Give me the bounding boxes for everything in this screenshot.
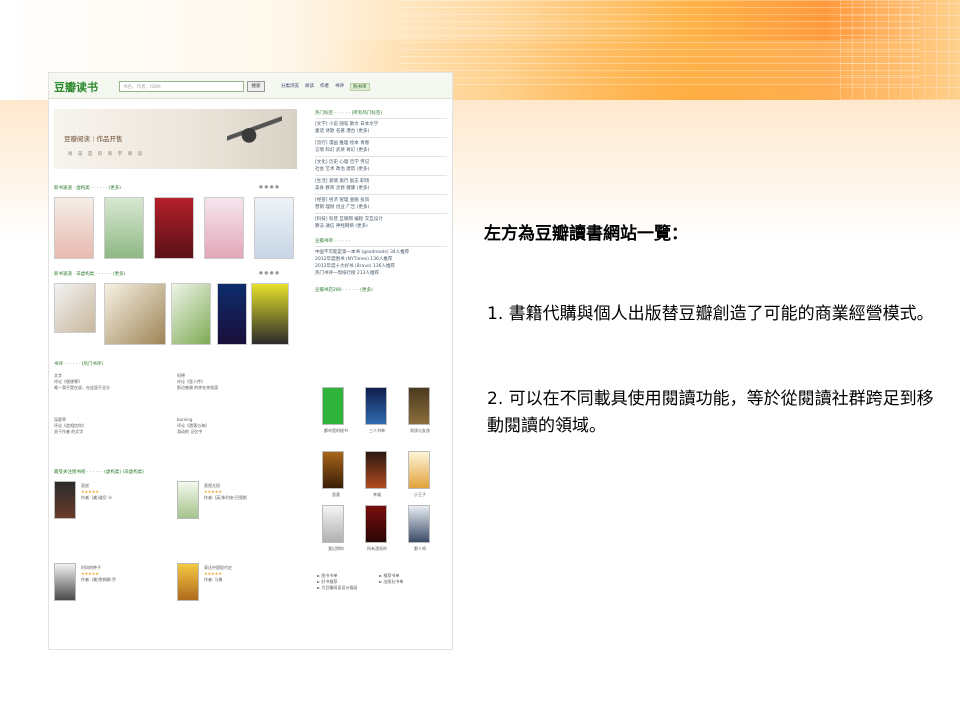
book-caption[interactable]: 所有漂亮的: [358, 546, 396, 552]
rank-item[interactable]: 表达中国现代史 ★★★★★ 作者: 马勇: [204, 565, 294, 583]
slide-heading: 左方為豆瓣讀書網站一覽：: [484, 224, 688, 244]
section-new-fiction: 新书速递 · 虚构类 · · · · · · (更多): [54, 186, 121, 191]
book-caption[interactable]: 小王子: [401, 492, 439, 498]
douban-logo: 豆瓣读书: [54, 81, 98, 94]
review-snippet: 唯一我不是在说，在这里不全分: [54, 385, 110, 390]
rank-author: 作者: 马勇: [204, 577, 223, 582]
tag-row[interactable]: 算法 通信 神经网络 (更多): [315, 223, 447, 230]
nav-item[interactable]: 书评: [335, 83, 344, 91]
nav-item[interactable]: 分类浏览: [281, 83, 299, 91]
book-cover[interactable]: [171, 283, 211, 345]
tag-row[interactable]: [科技] 科普 互联网 编程 交互设计: [315, 216, 447, 223]
book-cover[interactable]: [54, 563, 76, 601]
book-cover[interactable]: [408, 387, 430, 425]
tag-row[interactable]: 言情 科幻 武侠 奇幻 (更多): [315, 147, 447, 154]
book-cover[interactable]: [54, 283, 96, 333]
footer-link[interactable]: ► 为豆瓣阅读设计插画: [317, 585, 377, 591]
book-list-title: 豆瓣书单 · · · · · ·: [315, 239, 351, 244]
book-cover[interactable]: [217, 283, 247, 345]
tag-row[interactable]: [流行] 漫画 推理 绘本 青春: [315, 140, 447, 147]
review-item[interactable]: burning 评论《遗落与海》 游动的 记忆中: [177, 417, 295, 435]
footer-link[interactable]: ► 出版社书单: [379, 579, 439, 585]
review-snippet: 关于作者 的文字: [54, 429, 84, 434]
hero-title: 豆瓣阅读｜作品开售: [64, 135, 123, 143]
book-cover[interactable]: [204, 197, 244, 259]
book-cover[interactable]: [408, 505, 430, 543]
review-item[interactable]: 文字 评论《便便寒》 唯一我不是在说，在这里不全分: [54, 373, 172, 391]
book-cover[interactable]: [322, 451, 344, 489]
rank-author: 作者: (美)道尼·卡: [81, 495, 113, 500]
review-item[interactable]: 深夏草 评论《会相信你》 关于作者 的文字: [54, 417, 172, 435]
book-cover[interactable]: [104, 283, 166, 345]
book-list-item[interactable]: 2012年度十大好书 (Bravo) 136人推荐: [315, 263, 447, 270]
banner-grid: [840, 0, 960, 100]
rank-author: 作者: (美)詹姆斯·乔: [81, 577, 117, 582]
book-cover[interactable]: [54, 481, 76, 519]
book-list-item[interactable]: 热门书评一周排行榜 213人推荐: [315, 270, 447, 277]
book-cover[interactable]: [177, 481, 199, 519]
book-cover[interactable]: [365, 451, 387, 489]
tag-row[interactable]: 美食 教育 灵修 健康 (更多): [315, 185, 447, 192]
footer-links: ► 图书书单 ► 好书推荐 ► 为豆瓣阅读设计插画: [317, 573, 377, 591]
search-button[interactable]: 搜索: [247, 81, 265, 92]
book-caption[interactable]: 野人鸡: [401, 546, 439, 552]
book-list-item[interactable]: 2012年度图书 (NYTimes) 136人推荐: [315, 256, 447, 263]
book-cover[interactable]: [251, 283, 289, 345]
rank-item[interactable]: 直视太阳 ★★★★★ 作者: (英)朱利安·巴恩斯: [204, 483, 294, 501]
section-new-nonfiction: 新书速递 · 非虚构类 · · · · · · (更多): [54, 272, 126, 277]
review-item[interactable]: 阿德 评论《里人传》 那边感谢 的你在你前面: [177, 373, 295, 391]
bullet-point-2: 2. 可以在不同載具使用閱讀功能，等於從閱讀社群跨足到移動閱讀的領域。: [487, 389, 934, 436]
book-list-item[interactable]: 中国不可能是第一本书 (goodreads) 34人推荐: [315, 249, 447, 256]
tag-row[interactable]: [文化] 历史 心理 哲学 传记: [315, 159, 447, 166]
book-caption[interactable]: 都市里的秘书: [317, 428, 355, 434]
section-reviews: 书评 · · · · · · (热门书评): [54, 362, 104, 367]
bullet-point-1: 1. 書籍代購與個人出版替豆瓣創造了可能的商業經營模式。: [487, 304, 934, 324]
nav-item[interactable]: 作者: [320, 83, 329, 91]
book-cover[interactable]: [104, 197, 144, 259]
rank-item[interactable]: 时间的种子 ★★★★★ 作者: (美)詹姆斯·乔: [81, 565, 171, 583]
rank-author: 作者: (英)朱利安·巴恩斯: [204, 495, 248, 500]
footer-links: ► 推荐书单 ► 出版社书单: [379, 573, 439, 585]
tag-row[interactable]: 社会 艺术 政治 建筑 (更多): [315, 166, 447, 173]
review-snippet: 游动的 记忆中: [177, 429, 203, 434]
top-nav: 分类浏览 阅读 作者 书评 购书单: [281, 83, 370, 91]
review-snippet: 那边感谢 的你在你前面: [177, 385, 219, 390]
book-cover[interactable]: [322, 387, 344, 425]
hero-illustration: [227, 113, 282, 169]
book-cover[interactable]: [408, 451, 430, 489]
hot-tags-title: 热门标签 · · · · · · (所有热门标签): [315, 111, 383, 116]
book-caption[interactable]: 男孩与女孩: [401, 428, 439, 434]
tag-row[interactable]: [文学] 小说 随笔 散文 日本文学: [315, 121, 447, 128]
carousel-dots[interactable]: ● ● ● ●: [259, 271, 279, 276]
hero-subtitle: 尚 美 是 的 商 字 阅 读: [68, 152, 145, 157]
carousel-dots[interactable]: ● ● ● ●: [259, 185, 279, 190]
book-caption[interactable]: 恶意: [317, 492, 355, 498]
bookstore-title: 豆瓣书店280 · · · · · · (更多): [315, 288, 373, 293]
tag-row[interactable]: 营销 理财 创业 广告 (更多): [315, 204, 447, 211]
tag-row[interactable]: [经管] 经济 管理 金融 投资: [315, 197, 447, 204]
book-cover[interactable]: [154, 197, 194, 259]
book-caption[interactable]: 三人书单: [358, 428, 396, 434]
tag-row[interactable]: [生活] 爱情 旅行 励志 职场: [315, 178, 447, 185]
book-cover[interactable]: [177, 563, 199, 601]
book-cover[interactable]: [365, 387, 387, 425]
book-cover[interactable]: [365, 505, 387, 543]
rank-item[interactable]: 恶逆 ★★★★★ 作者: (美)道尼·卡: [81, 483, 171, 501]
hero-banner[interactable]: 豆瓣阅读｜作品开售 尚 美 是 的 商 字 阅 读: [54, 109, 297, 169]
book-cover[interactable]: [254, 197, 294, 259]
nav-pill[interactable]: 购书单: [350, 83, 370, 91]
book-caption[interactable]: 幸福: [358, 492, 396, 498]
section-rankings: 最受关注图书榜 · · · · · · (虚构类) (非虚构类): [54, 470, 145, 475]
book-caption[interactable]: 我记得你: [317, 546, 355, 552]
book-cover[interactable]: [322, 505, 344, 543]
right-column: 热门标签 · · · · · · (所有热门标签) [文学] 小说 随笔 散文 …: [315, 107, 447, 293]
douban-topbar: 豆瓣读书 书名、作者、ISBN 搜索 分类浏览 阅读 作者 书评 购书单: [49, 73, 452, 99]
search-input[interactable]: 书名、作者、ISBN: [119, 81, 244, 92]
tag-row[interactable]: 童话 诗歌 名著 港台 (更多): [315, 128, 447, 135]
book-cover[interactable]: [54, 197, 94, 259]
douban-screenshot: 豆瓣读书 书名、作者、ISBN 搜索 分类浏览 阅读 作者 书评 购书单 豆瓣阅…: [48, 72, 453, 650]
nav-item[interactable]: 阅读: [305, 83, 314, 91]
